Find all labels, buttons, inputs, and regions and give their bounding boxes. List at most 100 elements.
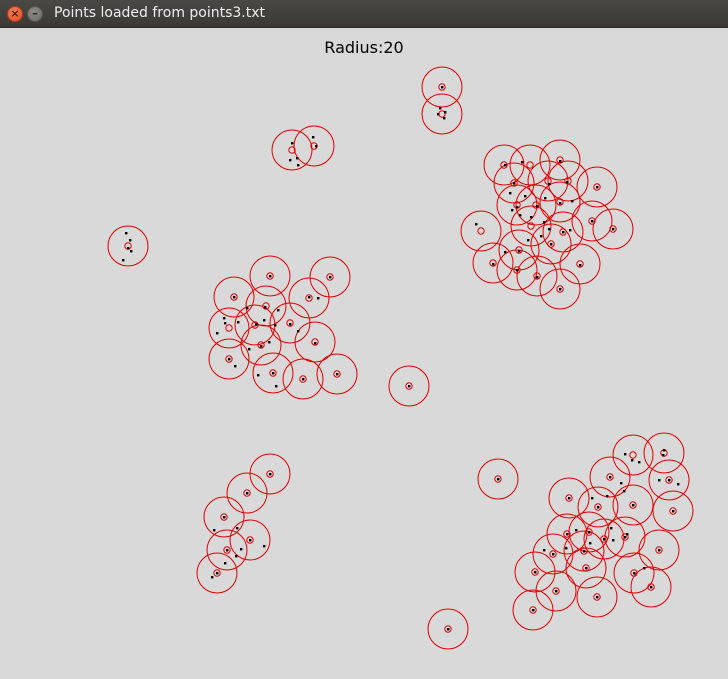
center-marker: [629, 451, 637, 459]
data-point: [562, 231, 565, 234]
data-point: [543, 549, 546, 552]
data-point: [516, 269, 519, 272]
data-point: [233, 296, 236, 299]
data-point: [237, 321, 240, 324]
data-point: [269, 473, 272, 476]
data-point: [536, 276, 539, 279]
data-point: [249, 539, 252, 542]
data-point: [246, 492, 249, 495]
data-point: [521, 161, 524, 164]
data-point: [589, 542, 592, 545]
data-point: [130, 250, 133, 253]
data-point: [511, 209, 514, 212]
data-point: [566, 533, 569, 536]
data-point: [264, 306, 267, 309]
data-point: [606, 495, 609, 498]
data-point: [211, 576, 214, 579]
data-point: [591, 497, 594, 500]
window-title: Points loaded from points3.txt: [54, 5, 266, 21]
data-point: [308, 296, 311, 299]
drawing-canvas[interactable]: Radius:20: [0, 28, 728, 679]
data-point: [650, 586, 653, 589]
data-point: [597, 506, 600, 509]
data-point: [624, 453, 627, 456]
data-point: [236, 527, 239, 530]
data-point: [575, 529, 578, 532]
data-point: [571, 200, 574, 203]
data-point: [559, 202, 562, 205]
data-point: [658, 549, 661, 552]
data-point: [638, 461, 641, 464]
close-button[interactable]: ×: [7, 6, 23, 22]
data-point: [296, 157, 299, 160]
radius-circle: [107, 225, 149, 267]
data-point: [569, 229, 572, 232]
data-point: [663, 449, 666, 452]
data-point: [475, 223, 478, 226]
data-point: [620, 482, 623, 485]
data-point: [223, 516, 226, 519]
data-point: [643, 567, 646, 570]
data-point: [255, 323, 258, 326]
data-point: [516, 206, 519, 209]
data-point: [550, 243, 553, 246]
data-point: [443, 117, 446, 120]
data-point: [240, 548, 243, 551]
data-point: [585, 567, 588, 570]
radius-circle: [612, 434, 654, 476]
data-point: [216, 332, 219, 335]
data-point: [314, 342, 317, 345]
minimize-button[interactable]: –: [27, 6, 43, 22]
data-point: [213, 529, 216, 532]
data-point: [497, 478, 500, 481]
data-point: [559, 288, 562, 291]
data-point: [275, 385, 278, 388]
radius-circle: [460, 210, 502, 252]
radius-circle: [509, 144, 551, 186]
title-bar: × – Points loaded from points3.txt: [0, 0, 728, 28]
data-point: [317, 297, 320, 300]
data-point: [223, 317, 226, 320]
data-point: [444, 111, 447, 114]
data-point: [513, 182, 516, 185]
close-icon: ×: [10, 7, 20, 20]
data-point: [329, 276, 332, 279]
data-point: [268, 341, 271, 344]
radius-circle: [643, 432, 685, 474]
data-point: [224, 322, 227, 325]
data-point: [624, 536, 627, 539]
data-point: [260, 345, 263, 348]
radius-circle: [208, 307, 250, 349]
data-point: [579, 264, 582, 267]
data-point: [289, 323, 292, 326]
data-point: [668, 479, 671, 482]
data-point: [492, 263, 495, 266]
data-point: [566, 181, 569, 184]
data-point: [631, 459, 634, 462]
data-point: [297, 164, 300, 167]
data-point: [129, 239, 132, 242]
data-point: [228, 358, 231, 361]
data-point: [588, 531, 591, 534]
data-point: [548, 228, 551, 231]
data-point: [408, 385, 411, 388]
data-point: [302, 378, 305, 381]
data-point: [234, 365, 237, 368]
radius-circle: [421, 93, 463, 135]
center-marker: [225, 324, 233, 332]
data-point: [532, 609, 535, 612]
data-point: [536, 205, 539, 208]
data-point: [336, 373, 339, 376]
data-point: [315, 145, 318, 148]
data-point: [543, 221, 546, 224]
data-point: [519, 214, 522, 217]
data-point: [277, 309, 280, 312]
data-point: [297, 330, 300, 333]
data-point: [540, 235, 543, 238]
data-point: [527, 239, 530, 242]
data-point: [534, 571, 537, 574]
data-point: [633, 572, 636, 575]
data-point: [596, 186, 599, 189]
data-point: [548, 183, 551, 186]
data-point: [272, 372, 275, 375]
